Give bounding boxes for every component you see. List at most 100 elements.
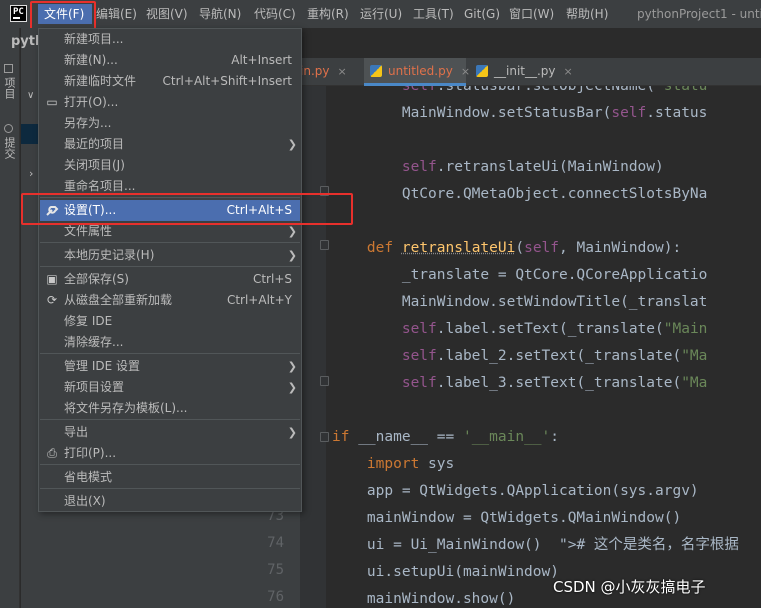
file-menu-item-label: 新建临时文件 bbox=[64, 74, 137, 88]
folder-icon: ▭ bbox=[46, 95, 58, 109]
menu-window[interactable]: 窗口(W) bbox=[509, 4, 554, 24]
code-editor[interactable]: self.statusbar.setObjectName("statu Main… bbox=[332, 86, 761, 608]
file-menu-item[interactable]: 关闭项目(J) bbox=[40, 155, 300, 176]
project-tool-button[interactable]: 项目 bbox=[3, 64, 17, 99]
file-menu-item-label: 新项目设置 bbox=[64, 380, 125, 394]
tab-label: in.py bbox=[300, 64, 330, 78]
file-menu-item-label: 打印(P)... bbox=[64, 446, 117, 460]
menu-edit[interactable]: 编辑(E) bbox=[96, 4, 137, 24]
close-icon[interactable]: × bbox=[461, 65, 470, 78]
file-menu-item[interactable]: 清除缓存... bbox=[40, 332, 300, 353]
menu-tools[interactable]: 工具(T) bbox=[413, 4, 454, 24]
file-menu-item-label: 另存为... bbox=[64, 116, 112, 130]
menu-bar: PC 文件(F) 编辑(E) 视图(V) 导航(N) 代码(C) 重构(R) 运… bbox=[0, 0, 761, 28]
file-menu-item[interactable]: 导出 ❯ bbox=[40, 422, 300, 443]
line-number: 75 bbox=[267, 562, 284, 578]
menu-code[interactable]: 代码(C) bbox=[254, 4, 296, 24]
fold-marker-icon[interactable] bbox=[320, 432, 329, 442]
file-menu-item-shortcut: Alt+Insert bbox=[231, 53, 292, 67]
menu-view[interactable]: 视图(V) bbox=[146, 4, 188, 24]
file-menu-item[interactable]: 省电模式 bbox=[40, 467, 300, 488]
file-menu-item-shortcut: Ctrl+Alt+Y bbox=[226, 293, 292, 307]
file-menu-item[interactable]: 管理 IDE 设置 ❯ bbox=[40, 356, 300, 377]
code-line: self.label_3.setText(_translate("Ma bbox=[401, 375, 708, 391]
file-menu-item[interactable]: ▭ 打开(O)... bbox=[40, 92, 300, 113]
file-menu-item-label: 新建(N)... bbox=[64, 53, 118, 67]
close-icon[interactable]: × bbox=[564, 65, 573, 78]
file-menu-item[interactable]: ⟳ 从磁盘全部重新加载 Ctrl+Alt+Y bbox=[40, 290, 300, 311]
code-line: ui.setupUi(mainWindow) bbox=[332, 564, 559, 580]
file-menu-item[interactable]: 新建临时文件 Ctrl+Alt+Shift+Insert bbox=[40, 71, 300, 92]
file-menu-item[interactable]: 修复 IDE bbox=[40, 311, 300, 332]
menu-run[interactable]: 运行(U) bbox=[360, 4, 402, 24]
pycharm-logo-icon: PC bbox=[10, 5, 27, 22]
logo-text: PC bbox=[13, 7, 24, 17]
project-tree-selected-row[interactable] bbox=[21, 124, 39, 144]
project-tool-label: 项目 bbox=[3, 77, 16, 99]
file-menu-item-label: 省电模式 bbox=[64, 470, 113, 484]
file-menu-item-label: 全部保存(S) bbox=[64, 272, 129, 286]
menu-separator bbox=[40, 266, 300, 267]
chevron-down-icon[interactable]: ∨ bbox=[27, 90, 34, 101]
close-icon[interactable]: × bbox=[337, 65, 346, 78]
menu-separator bbox=[40, 242, 300, 243]
menu-separator bbox=[40, 488, 300, 489]
folder-icon bbox=[4, 64, 13, 73]
chevron-right-icon[interactable]: › bbox=[29, 167, 33, 180]
file-menu-item[interactable]: 最近的项目 ❯ bbox=[40, 134, 300, 155]
file-menu-item-label: 退出(X) bbox=[64, 494, 106, 508]
code-line: mainWindow = QtWidgets.QMainWindow() bbox=[332, 510, 682, 526]
file-menu-item-label: 清除缓存... bbox=[64, 335, 124, 349]
file-menu-item[interactable]: 退出(X) bbox=[40, 491, 300, 512]
fold-marker-icon[interactable] bbox=[320, 240, 329, 250]
settings-highlight-box bbox=[21, 193, 353, 225]
file-menu-item[interactable]: 新建(N)... Alt+Insert bbox=[40, 50, 300, 71]
file-menu-item-shortcut: Ctrl+S bbox=[252, 272, 292, 286]
file-menu-dropdown: 新建项目... 新建(N)... Alt+Insert 新建临时文件 Ctrl+Alt+… bbox=[38, 28, 302, 512]
file-menu-item[interactable]: 新项目设置 ❯ bbox=[40, 377, 300, 398]
fold-marker-icon[interactable] bbox=[320, 376, 329, 386]
file-menu-item[interactable]: 将文件另存为模板(L)... bbox=[40, 398, 300, 419]
code-line: self.retranslateUi(MainWindow) bbox=[401, 159, 664, 175]
editor-tab-bar: in.py × untitled.py × __init__.py × bbox=[300, 58, 761, 86]
tab-init-py[interactable]: __init__.py × bbox=[470, 58, 573, 86]
menu-git[interactable]: Git(G) bbox=[464, 4, 500, 24]
tab-main-py[interactable]: in.py × bbox=[300, 58, 360, 86]
code-line: QtCore.QMetaObject.connectSlotsByNa bbox=[332, 186, 708, 202]
reload-icon: ⟳ bbox=[46, 293, 58, 307]
file-menu-item-label: 修复 IDE bbox=[64, 314, 113, 328]
file-menu-item[interactable]: ▣ 全部保存(S) Ctrl+S bbox=[40, 269, 300, 290]
file-menu-item[interactable]: 新建项目... bbox=[40, 29, 300, 50]
commit-tool-button[interactable]: 提交 bbox=[3, 124, 17, 159]
window-title: pythonProject1 - untit bbox=[637, 7, 761, 21]
tab-untitled-py[interactable]: untitled.py × bbox=[364, 58, 470, 86]
file-menu-item[interactable]: ⎙ 打印(P)... bbox=[40, 443, 300, 464]
menu-separator bbox=[40, 419, 300, 420]
commit-tool-label: 提交 bbox=[3, 137, 16, 159]
file-menu-item-label: 管理 IDE 设置 bbox=[64, 359, 140, 373]
file-menu-item-label: 从磁盘全部重新加载 bbox=[64, 293, 173, 307]
chevron-right-icon: ❯ bbox=[287, 138, 297, 151]
chevron-right-icon: ❯ bbox=[287, 249, 297, 262]
menu-refactor[interactable]: 重构(R) bbox=[307, 4, 349, 24]
code-line: MainWindow.setStatusBar(self.status bbox=[332, 105, 708, 121]
file-menu-highlight-box bbox=[30, 1, 96, 30]
code-line: mainWindow.show() bbox=[332, 591, 516, 607]
file-menu-item-label: 本地历史记录(H) bbox=[64, 248, 155, 262]
code-line: MainWindow.setWindowTitle(_translat bbox=[332, 294, 708, 310]
print-icon: ⎙ bbox=[47, 446, 57, 460]
code-line: self.statusbar.setObjectName("statu bbox=[401, 86, 708, 94]
file-menu-item-label: 导出 bbox=[64, 425, 89, 439]
menu-help[interactable]: 帮助(H) bbox=[566, 4, 608, 24]
file-menu-item-label: 最近的项目 bbox=[64, 137, 125, 151]
code-line: self.label.setText(_translate("Main bbox=[401, 321, 708, 337]
code-line: _translate = QtCore.QCoreApplicatio bbox=[332, 267, 708, 283]
file-menu-item-shortcut: Ctrl+Alt+Shift+Insert bbox=[162, 74, 292, 88]
chevron-right-icon: ❯ bbox=[287, 381, 297, 394]
line-number: 74 bbox=[267, 535, 284, 551]
file-menu-item[interactable]: 另存为... bbox=[40, 113, 300, 134]
menu-navigate[interactable]: 导航(N) bbox=[199, 4, 241, 24]
file-menu-item[interactable]: 本地历史记录(H) ❯ bbox=[40, 245, 300, 266]
commit-icon bbox=[4, 124, 13, 133]
file-menu-item-label: 关闭项目(J) bbox=[64, 158, 125, 172]
